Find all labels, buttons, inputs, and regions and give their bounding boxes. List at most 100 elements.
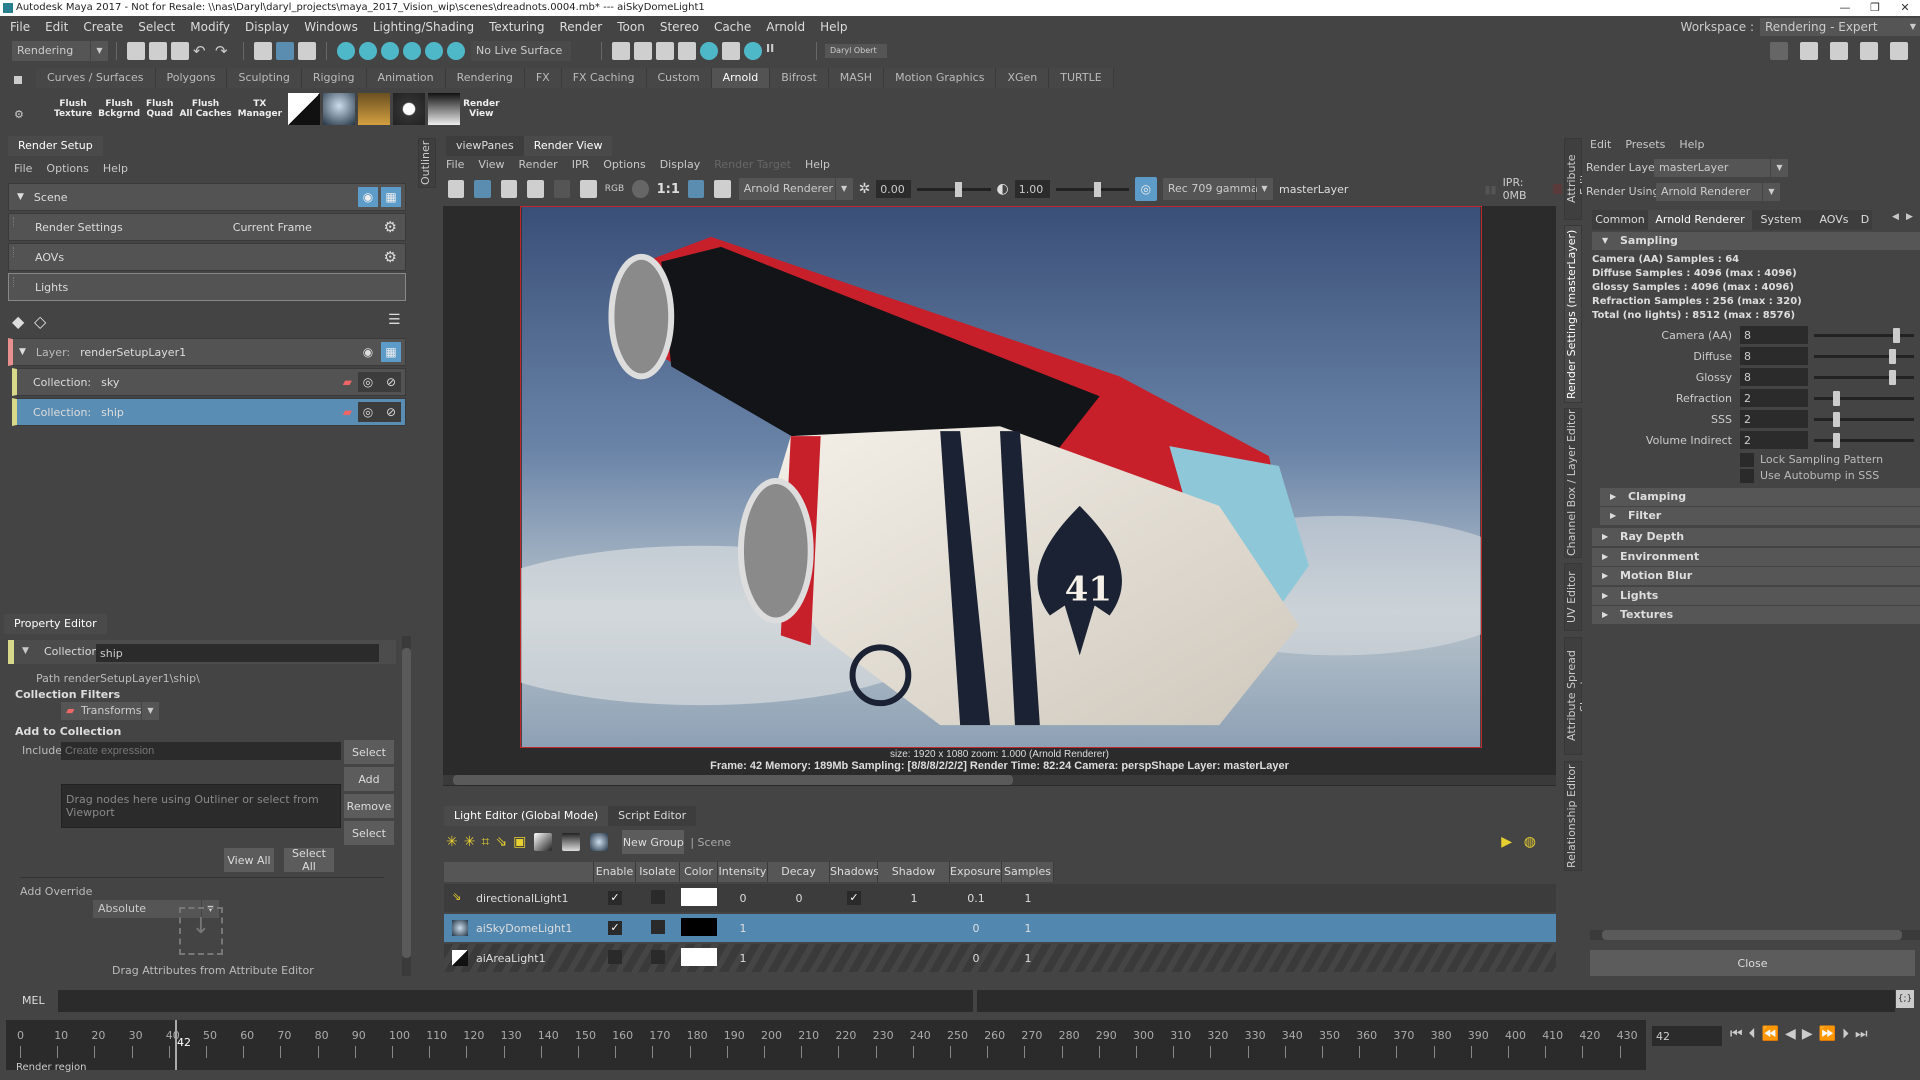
render-view-menu-render-target[interactable]: Render Target	[714, 158, 791, 171]
ipr-icon[interactable]	[527, 180, 544, 198]
column-header-isolate[interactable]: Isolate	[636, 862, 680, 882]
view-transform-dropdown[interactable]: Rec 709 gamma ▼	[1162, 178, 1273, 200]
side-tab-relationship-editor[interactable]: Relationship Editor	[1564, 761, 1582, 871]
decay-rate-cell[interactable]: 0	[768, 892, 830, 905]
ai-photometric-light-icon[interactable]	[562, 833, 581, 851]
gear-icon[interactable]: ⚙	[384, 248, 397, 266]
tab-d[interactable]: D	[1858, 210, 1872, 230]
column-header-samples[interactable]: Samples	[1002, 862, 1054, 882]
aovs-row[interactable]: AOVs ⚙	[8, 243, 406, 271]
accept-imported-icon[interactable]: ☰	[388, 312, 401, 328]
shelf-button-tx-manager[interactable]: TX Manager	[238, 99, 283, 119]
shelf-tab-motion-graphics[interactable]: Motion Graphics	[884, 68, 997, 88]
shelf-tab-fx-caching[interactable]: FX Caching	[561, 68, 647, 88]
close-window-button[interactable]: ✕	[1890, 0, 1920, 16]
shelf-tab-rendering[interactable]: Rendering	[445, 68, 525, 88]
light-editor-icon[interactable]	[744, 42, 762, 60]
render-setup-icon[interactable]	[722, 42, 740, 60]
render-settings-row[interactable]: Render Settings Current Frame ⚙	[8, 213, 406, 241]
exposure-cell[interactable]: 0	[950, 952, 1002, 965]
samples-cell[interactable]: 1	[1002, 892, 1054, 905]
snap-surface-icon[interactable]	[447, 42, 465, 60]
menu-create[interactable]: Create	[83, 20, 123, 34]
renderable-clapper-icon[interactable]: ▦	[381, 187, 401, 207]
lookthrough-light-icon[interactable]: ▶	[1501, 834, 1512, 850]
tab-outliner[interactable]: Outliner	[418, 138, 436, 188]
horizontal-scrollbar[interactable]	[1590, 930, 1920, 940]
tab-arnold-renderer[interactable]: Arnold Renderer	[1648, 210, 1752, 230]
mel-language-toggle[interactable]: MEL	[22, 994, 45, 1007]
create-layer-icon[interactable]: ◆	[12, 312, 24, 331]
select-button[interactable]: Select	[344, 821, 394, 845]
live-surface-field[interactable]: No Live Surface	[471, 41, 571, 61]
drag-nodes-dropzone[interactable]: Drag nodes here using Outliner or select…	[61, 784, 341, 828]
enable-checkbox[interactable]	[608, 949, 622, 964]
rgb-channel-button[interactable]: RGB	[605, 184, 624, 194]
stop-render-icon[interactable]	[1552, 184, 1562, 194]
render-settings-menu-presets[interactable]: Presets	[1625, 138, 1665, 151]
shelf-button-flush-bckgrnd[interactable]: Flush Bckgrnd	[98, 99, 140, 119]
section-environment[interactable]: ▶ Environment	[1592, 547, 1920, 566]
isolate-checkbox[interactable]	[651, 889, 665, 904]
user-account-dropdown[interactable]: Daryl Obert	[825, 44, 887, 58]
ai-area-light-icon[interactable]	[534, 833, 553, 851]
collection-row-sky[interactable]: Collection: sky ▰ ◎ ⊘	[12, 368, 406, 396]
render-view-menu-options[interactable]: Options	[603, 158, 645, 171]
column-header-intensity[interactable]: Intensity	[718, 862, 768, 882]
section-ray-depth[interactable]: ▶ Ray Depth	[1592, 528, 1920, 546]
menu-arnold[interactable]: Arnold	[766, 20, 805, 34]
renderer-dropdown[interactable]: Arnold Renderer ▼	[738, 178, 853, 200]
horizontal-scrollbar[interactable]	[443, 775, 1556, 785]
tab-property-editor[interactable]: Property Editor	[4, 614, 107, 634]
ipr-render-icon[interactable]	[656, 42, 674, 60]
tab-render-setup[interactable]: Render Setup	[8, 136, 103, 156]
play-forwards-icon[interactable]: ▶	[1802, 1026, 1813, 1042]
enable-checkbox[interactable]: ✓	[608, 921, 622, 935]
render-setup-menu-options[interactable]: Options	[46, 162, 88, 175]
attribute-editor-toggle-icon[interactable]	[1830, 42, 1848, 60]
lock-sampling-pattern-checkbox[interactable]	[1740, 453, 1754, 467]
ai-skydome-light-icon[interactable]	[590, 833, 609, 851]
property-editor-scrollbar[interactable]	[402, 636, 411, 976]
menu-cache[interactable]: Cache	[714, 20, 751, 34]
gear-icon[interactable]: ⚙	[384, 218, 397, 236]
column-header-shadow-rays[interactable]: Shadow Rays	[878, 862, 950, 898]
pause-ipr-icon[interactable]: ▮▮	[1484, 183, 1496, 196]
shelf-button-render-view[interactable]: Render View	[463, 99, 499, 119]
scrollbar-thumb[interactable]	[1602, 930, 1902, 940]
param-slider[interactable]	[1814, 391, 1914, 406]
slider-knob[interactable]	[1833, 412, 1840, 427]
gamma-input[interactable]: 1.00	[1014, 180, 1050, 198]
render-settings-icon[interactable]	[580, 180, 597, 198]
script-editor-icon[interactable]: {;}	[1896, 990, 1914, 1008]
slider-knob[interactable]	[1893, 328, 1900, 343]
menuset-dropdown[interactable]: Rendering ▼	[12, 41, 108, 61]
shadows-checkbox[interactable]: ✓	[847, 891, 861, 905]
color-swatch[interactable]	[681, 917, 717, 936]
view-all-button[interactable]: View All	[224, 848, 274, 872]
shelf-tab-custom[interactable]: Custom	[646, 68, 712, 88]
scene-row[interactable]: ▼ Scene ◉ ▦	[8, 183, 406, 211]
render-view-menu-display[interactable]: Display	[660, 158, 701, 171]
snapshot-icon[interactable]	[500, 180, 518, 198]
section-lights[interactable]: ▶ Lights	[1592, 586, 1920, 605]
tab-common[interactable]: Common	[1592, 210, 1648, 230]
render-settings-icon[interactable]	[678, 42, 696, 60]
add-button[interactable]: Add	[344, 767, 394, 791]
menu-display[interactable]: Display	[245, 20, 289, 34]
snap-point-icon[interactable]	[381, 42, 399, 60]
keep-image-icon[interactable]	[687, 180, 705, 198]
color-swatch[interactable]	[681, 947, 717, 966]
isolate-checkbox[interactable]	[651, 949, 665, 964]
new-group-button[interactable]: New Group	[622, 830, 685, 854]
expand-triangle-icon[interactable]: ▼	[17, 192, 24, 202]
param-slider[interactable]	[1814, 433, 1914, 448]
slider-knob[interactable]	[955, 181, 963, 197]
color-management-toggle-icon[interactable]: ◎	[1134, 177, 1157, 201]
column-header-exposure[interactable]: Exposure	[950, 862, 1002, 882]
intensity-cell[interactable]: 1	[718, 952, 768, 965]
tab-script-editor[interactable]: Script Editor	[608, 806, 697, 826]
render-settings-menu-help[interactable]: Help	[1679, 138, 1704, 151]
save-scene-icon[interactable]	[171, 42, 189, 60]
renderable-clapper-icon[interactable]: ▦	[381, 342, 401, 362]
